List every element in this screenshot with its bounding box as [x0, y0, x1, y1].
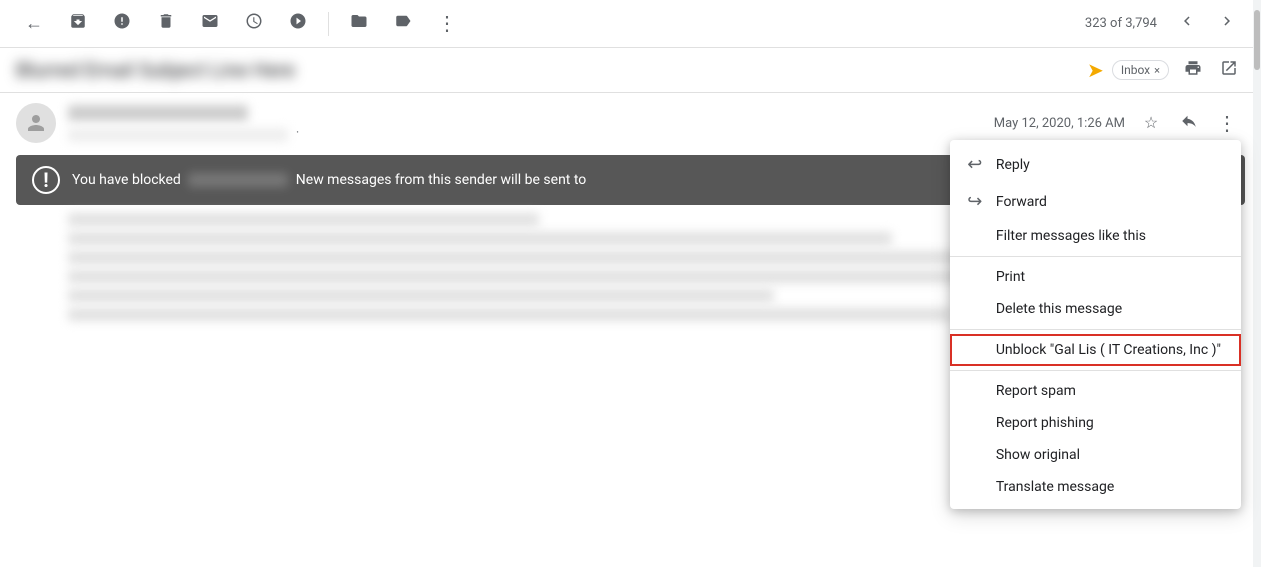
- email-date: May 12, 2020, 1:26 AM: [994, 116, 1125, 131]
- avatar: [16, 103, 56, 143]
- star-icon: ☆: [1144, 113, 1158, 133]
- popout-button[interactable]: [1213, 54, 1245, 86]
- body-line-4: [68, 289, 774, 302]
- menu-divider-3: [950, 256, 1241, 257]
- email-toolbar: ←: [0, 0, 1261, 48]
- menu-label-unblock: Unblock "Gal Lis ( IT Creations, Inc )": [996, 342, 1221, 358]
- sender-actions: ☆ ⋮: [1133, 105, 1245, 141]
- sender-name: [68, 105, 248, 121]
- folder-icon: [350, 12, 368, 35]
- forward-menu-icon: ↪: [966, 191, 984, 212]
- print-icon: [1184, 59, 1202, 82]
- print-button[interactable]: [1177, 54, 1209, 86]
- task-icon: [289, 12, 307, 35]
- menu-item-forward[interactable]: ↪ Forward: [950, 183, 1241, 220]
- menu-label-delete: Delete this message: [996, 301, 1122, 317]
- menu-divider-5: [950, 329, 1241, 330]
- back-button[interactable]: ←: [16, 6, 52, 42]
- scrollbar[interactable]: [1253, 0, 1261, 567]
- subject-area: Blurred Email Subject Line Here ➤ Inbox …: [0, 48, 1261, 93]
- menu-label-forward: Forward: [996, 194, 1047, 210]
- menu-label-spam: Report spam: [996, 383, 1076, 399]
- report-button[interactable]: [104, 6, 140, 42]
- back-icon: ←: [25, 13, 43, 34]
- star-button[interactable]: ☆: [1133, 105, 1169, 141]
- popout-icon: [1220, 59, 1238, 82]
- next-icon: [1218, 12, 1236, 35]
- body-line-5: [68, 308, 951, 321]
- body-line-3: [68, 270, 1068, 283]
- clock-icon: [245, 12, 263, 35]
- more-vertical-icon2: ⋮: [1217, 111, 1237, 136]
- toolbar-left: ←: [16, 6, 1085, 42]
- more-message-button[interactable]: ⋮: [1209, 105, 1245, 141]
- more-toolbar-button[interactable]: ⋮: [429, 6, 465, 42]
- menu-label-reply: Reply: [996, 157, 1030, 173]
- reply-icon: [1180, 112, 1198, 135]
- more-vertical-icon: ⋮: [437, 11, 457, 36]
- move-to-button[interactable]: [341, 6, 377, 42]
- task-button[interactable]: [280, 6, 316, 42]
- send-arrow-icon: ➤: [1087, 58, 1104, 82]
- label-close-button[interactable]: ×: [1154, 64, 1160, 77]
- blocked-suffix: New messages from this sender will be se…: [296, 172, 587, 188]
- menu-label-translate: Translate message: [996, 479, 1114, 495]
- email-subject: Blurred Email Subject Line Here: [16, 58, 1079, 82]
- report-icon: [113, 12, 131, 35]
- body-line-0: [68, 213, 539, 226]
- menu-item-phishing[interactable]: Report phishing: [950, 407, 1241, 439]
- menu-item-filter[interactable]: Filter messages like this: [950, 220, 1241, 252]
- menu-item-spam[interactable]: Report spam: [950, 375, 1241, 407]
- menu-label-filter: Filter messages like this: [996, 228, 1146, 244]
- menu-item-delete[interactable]: Delete this message: [950, 293, 1241, 325]
- nav-count: 323 of 3,794: [1085, 16, 1157, 31]
- menu-label-phishing: Report phishing: [996, 415, 1094, 431]
- warning-icon: !: [32, 166, 60, 194]
- blocked-message: You have blocked New messages from this …: [72, 172, 964, 188]
- archive-icon: [69, 12, 87, 35]
- trash-icon: [157, 12, 175, 35]
- inbox-label-pill: Inbox ×: [1112, 60, 1169, 80]
- menu-item-print[interactable]: Print: [950, 261, 1241, 293]
- sender-email: [68, 128, 288, 142]
- prev-email-button[interactable]: [1169, 6, 1205, 42]
- menu-item-unblock[interactable]: Unblock "Gal Lis ( IT Creations, Inc )": [950, 334, 1241, 366]
- reply-button-header[interactable]: [1171, 105, 1207, 141]
- prev-icon: [1178, 12, 1196, 35]
- inbox-label-text: Inbox: [1121, 63, 1150, 77]
- delete-button[interactable]: [148, 6, 184, 42]
- menu-item-original[interactable]: Show original: [950, 439, 1241, 471]
- reply-menu-icon: ↩: [966, 154, 984, 175]
- subject-actions: [1177, 54, 1245, 86]
- next-email-button[interactable]: [1209, 6, 1245, 42]
- menu-divider-6: [950, 370, 1241, 371]
- label-icon: [394, 12, 412, 35]
- menu-label-original: Show original: [996, 447, 1080, 463]
- blocked-prefix: You have blocked: [72, 172, 181, 188]
- mark-unread-button[interactable]: [192, 6, 228, 42]
- sender-date-area: May 12, 2020, 1:26 AM ☆ ⋮: [994, 105, 1245, 141]
- toolbar-divider: [328, 12, 329, 36]
- label-button[interactable]: [385, 6, 421, 42]
- menu-item-translate[interactable]: Translate message: [950, 471, 1241, 503]
- toolbar-right: 323 of 3,794: [1085, 6, 1245, 42]
- snooze-button[interactable]: [236, 6, 272, 42]
- sender-info: ·: [68, 105, 982, 142]
- context-menu: ↩ Reply ↪ Forward Filter messages like this P…: [950, 140, 1241, 509]
- menu-item-reply[interactable]: ↩ Reply: [950, 146, 1241, 183]
- archive-button[interactable]: [60, 6, 96, 42]
- menu-label-print: Print: [996, 269, 1025, 285]
- blocked-sender-name: [188, 173, 288, 187]
- scrollbar-thumb: [1254, 10, 1260, 70]
- mail-icon: [201, 12, 219, 35]
- body-line-1: [68, 232, 892, 245]
